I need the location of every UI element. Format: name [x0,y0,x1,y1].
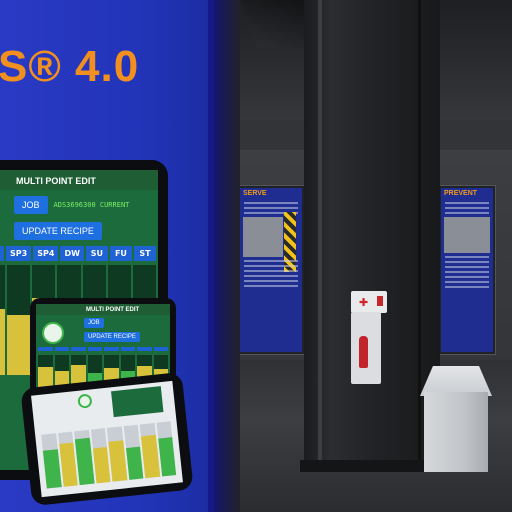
poster-text-line [244,202,298,204]
poster-text-line [244,207,298,209]
alarm-tab [377,296,383,306]
poster-text-line [445,276,489,278]
poster-serve-title: SERVE [243,190,267,197]
column-edge [318,0,322,470]
phone-header-panel [111,386,164,418]
poster-text-line [244,275,298,277]
screen-heading: MULTI POINT EDIT [36,304,170,315]
update-recipe-button[interactable]: UPDATE RECIPE [14,222,102,240]
tab[interactable] [120,347,135,351]
brand-title: S® 4.0 [0,42,140,91]
column-edge [418,0,421,470]
smartphone [20,371,194,507]
tab-su[interactable]: SU [85,246,108,261]
app-logo-icon [42,322,64,344]
phone-screen [31,380,183,498]
level-bars [41,421,177,489]
tab-fu[interactable]: FU [109,246,132,261]
tab-st[interactable]: ST [133,246,156,261]
job-id: ADS3696300 CURRENT [53,201,130,209]
poster-text-line [244,285,298,287]
poster-text-line [244,260,298,262]
poster-text-line [445,212,489,214]
poster-text-line [445,281,489,283]
fire-alarm-box: ✚ [351,291,387,313]
app-logo-icon [77,393,93,409]
tab[interactable] [38,347,53,351]
poster-text-line [445,286,489,288]
tab[interactable] [104,347,119,351]
poster-photo [243,217,283,257]
poster-text-line [244,270,298,272]
tab[interactable] [153,347,168,351]
parameter-tabs [38,347,168,351]
tab-sp3[interactable]: SP3 [6,246,32,261]
poster-text-line [445,271,489,273]
poster-serve: SERVE [238,186,304,354]
poster-text-line [244,280,298,282]
tab[interactable] [87,347,102,351]
display-panel-side [214,0,240,512]
poster-photo [444,217,490,253]
update-recipe-button[interactable]: UPDATE RECIPE [84,332,140,342]
poster-text-line [445,256,489,258]
tab-2[interactable]: 2 [0,246,5,261]
tab-sp4[interactable]: SP4 [33,246,59,261]
medical-cross-icon: ✚ [359,296,369,309]
poster-text-line [244,265,298,267]
parameter-tabs: 2 SP3 SP4 DW SU FU ST [0,246,156,261]
trash-bin [424,392,488,472]
poster-prevent-title: PREVENT [444,190,478,197]
tab[interactable] [137,347,152,351]
job-button[interactable]: JOB [84,318,104,328]
level-bar [0,265,6,375]
poster-text-line [445,266,489,268]
tab[interactable] [71,347,86,351]
screen-heading: MULTI POINT EDIT [0,170,158,190]
exhibit-scene: SERVE PREVENT ✚ S® 4.0 MULTI POINT EDIT … [0,0,512,512]
poster-prevent: PREVENT [439,186,495,354]
job-button[interactable]: JOB [14,196,48,214]
level-bar [156,421,177,477]
hazard-stripe [284,212,296,272]
poster-text-line [445,261,489,263]
poster-text-line [445,207,489,209]
poster-text-line [445,202,489,204]
blue-display-panel: S® 4.0 MULTI POINT EDIT JOB ADS3696300 C… [0,0,214,512]
tab[interactable] [54,347,69,351]
fire-extinguisher [359,336,368,368]
column-base [300,460,444,472]
tab-dw[interactable]: DW [60,246,84,261]
level-bar [7,265,31,375]
